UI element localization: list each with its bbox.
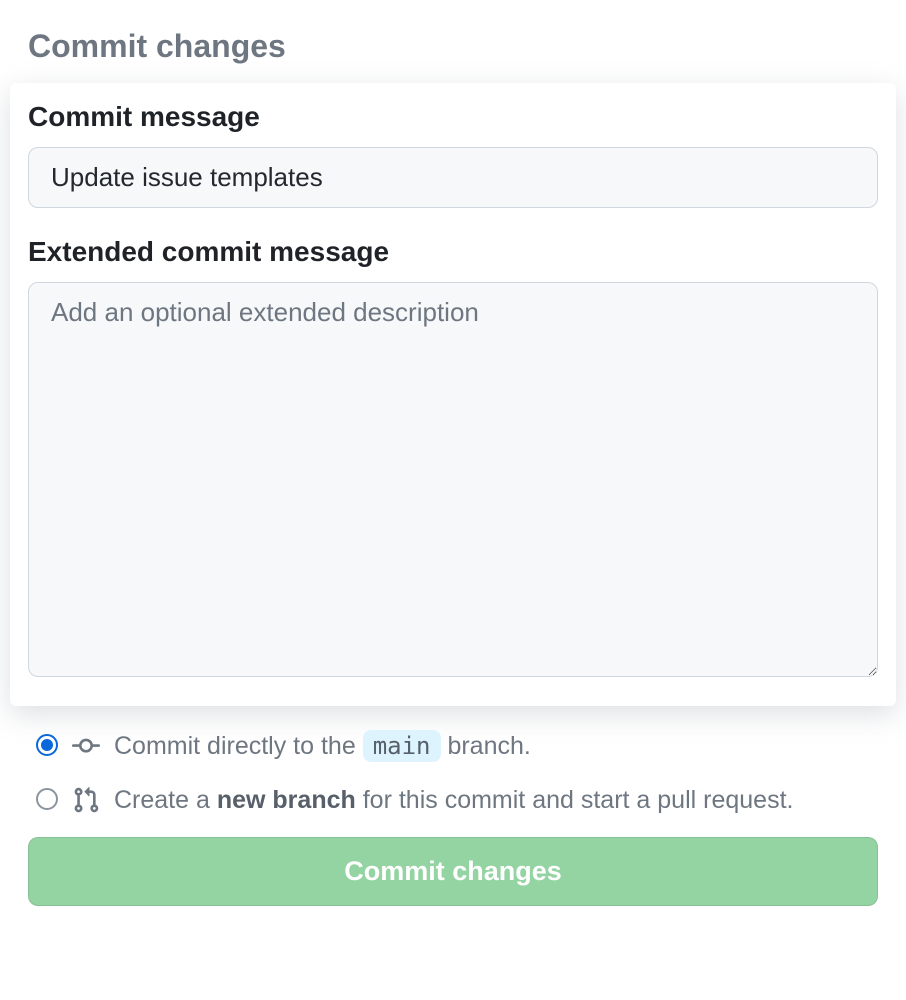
commit-card: Commit message Extended commit message [10, 83, 896, 706]
commit-message-label: Commit message [28, 101, 878, 133]
radio-direct-text: Commit directly to the main branch. [114, 728, 870, 764]
radio-newbranch-bold: new branch [217, 786, 356, 814]
radio-newbranch-prefix: Create a [114, 786, 210, 814]
commit-message-input[interactable] [28, 147, 878, 208]
extended-message-textarea[interactable] [28, 282, 878, 677]
commit-message-field: Commit message [28, 101, 878, 208]
commit-changes-button[interactable]: Commit changes [28, 837, 878, 906]
git-commit-icon [72, 732, 100, 760]
radio-newbranch-suffix: for this commit and start a pull request… [363, 786, 794, 814]
radio-new-branch[interactable]: Create a new branch for this commit and … [36, 782, 870, 818]
radio-circle-icon [36, 734, 58, 756]
extended-message-field: Extended commit message [28, 236, 878, 682]
radio-circle-icon [36, 788, 58, 810]
radio-newbranch-text: Create a new branch for this commit and … [114, 782, 870, 818]
extended-message-label: Extended commit message [28, 236, 878, 268]
git-pull-request-icon [72, 786, 100, 814]
radio-direct-suffix: branch. [447, 732, 530, 760]
page-title: Commit changes [28, 28, 878, 65]
radio-direct-prefix: Commit directly to the [114, 732, 356, 760]
branch-badge: main [363, 730, 441, 762]
branch-radio-group: Commit directly to the main branch. Crea… [28, 728, 878, 819]
radio-commit-direct[interactable]: Commit directly to the main branch. [36, 728, 870, 764]
